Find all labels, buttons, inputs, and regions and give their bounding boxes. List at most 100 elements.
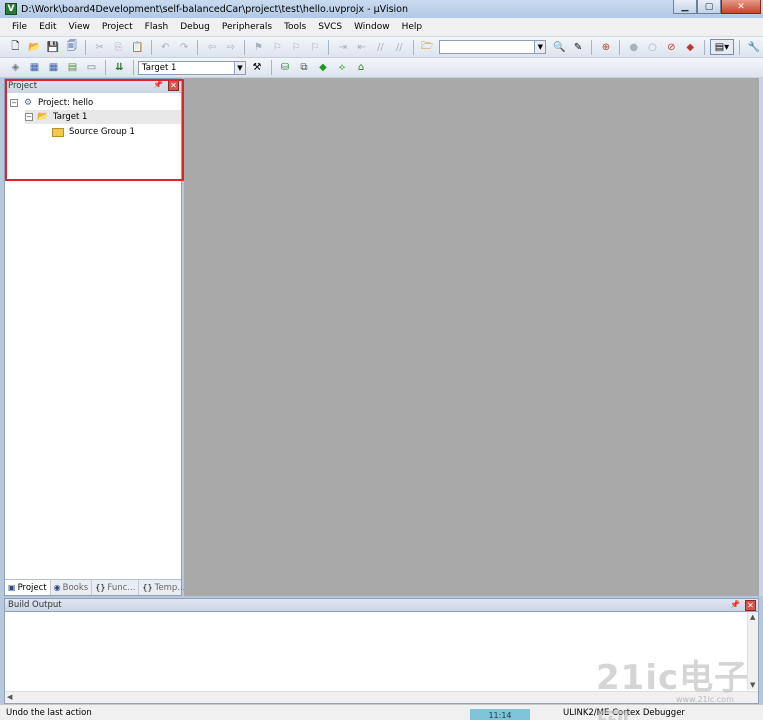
redo-icon[interactable]: ↷ [176, 39, 192, 55]
editor-area[interactable] [184, 78, 759, 596]
tree-target[interactable]: − 📂 Target 1 [25, 110, 181, 124]
find-in-files-icon[interactable]: 🗁 [419, 39, 435, 55]
translate-icon[interactable]: ◈ [8, 60, 24, 76]
pack-installer-icon[interactable]: ⌂ [353, 60, 369, 76]
comment-icon[interactable]: // [373, 39, 389, 55]
menu-window[interactable]: Window [348, 18, 396, 37]
download-icon[interactable]: ⇊ [112, 60, 128, 76]
debug-session-icon[interactable]: ⊕ [598, 39, 614, 55]
toolbar-separator [703, 39, 705, 55]
batch-build-icon[interactable]: ▤ [65, 60, 81, 76]
toolbar-separator [591, 39, 593, 55]
pin-icon[interactable]: 📌 [153, 80, 163, 89]
stop-build-icon[interactable]: ▭ [84, 60, 100, 76]
uvision-app-icon: V [5, 3, 17, 15]
build-icon[interactable]: ▦ [27, 60, 43, 76]
toolbar-separator [412, 39, 414, 55]
close-pane-icon[interactable]: ✕ [168, 80, 179, 91]
collapse-icon[interactable]: − [25, 113, 33, 121]
menu-project[interactable]: Project [96, 18, 139, 37]
tab-books[interactable]: ◉ Books [51, 580, 93, 595]
build-output-header: Build Output 📌 ✕ [4, 598, 759, 612]
save-all-icon[interactable]: 🗐 [64, 39, 80, 55]
menu-edit[interactable]: Edit [33, 18, 62, 37]
uncomment-icon[interactable]: // [391, 39, 407, 55]
manage-components-icon[interactable]: ⛁ [277, 60, 293, 76]
window-layout-icon[interactable]: ▤▾ [710, 39, 734, 55]
minimize-button[interactable]: ▁ [673, 0, 697, 14]
file-extensions-icon[interactable]: ⧉ [296, 60, 312, 76]
toolbar-separator [105, 60, 106, 75]
close-pane-icon[interactable]: ✕ [745, 600, 756, 611]
books-tab-icon: ◉ [53, 583, 61, 592]
tree-project-root[interactable]: − ⚙ Project: hello [10, 96, 93, 110]
window-controls: ▁ ▢ ✕ [673, 0, 761, 14]
menu-svcs[interactable]: SVCS [312, 18, 348, 37]
prev-bookmark-icon[interactable]: ⚐ [269, 39, 285, 55]
menu-file[interactable]: File [6, 18, 33, 37]
tab-functions[interactable]: {} Func... [92, 580, 140, 595]
bookmark-icon[interactable]: ⚑ [251, 39, 267, 55]
menu-help[interactable]: Help [396, 18, 429, 37]
toolbar-separator [133, 60, 134, 75]
target-select[interactable]: Target 1 ▼ [138, 60, 246, 75]
taskbar-clock: 11:14 [470, 709, 530, 720]
project-pane: Project 📌 ✕ − ⚙ Project: hello − 📂 Targe… [4, 78, 190, 596]
undo-icon[interactable]: ↶ [157, 39, 173, 55]
toolbar-separator [739, 39, 741, 55]
select-software-packs-icon[interactable]: ⟡ [334, 60, 350, 76]
toolbar-separator [85, 39, 87, 55]
window-title: D:\Work\board4Development\self-balancedC… [21, 3, 409, 15]
scroll-up-icon[interactable]: ▲ [750, 613, 755, 621]
project-tab-icon: ▣ [8, 583, 16, 592]
tab-functions-label: Func... [107, 582, 136, 593]
menu-flash[interactable]: Flash [139, 18, 175, 37]
next-bookmark-icon[interactable]: ⚐ [288, 39, 304, 55]
folder-icon [52, 127, 64, 137]
file-toolbar: 🗋 📂 💾 🗐 ✂ ⎘ 📋 ↶ ↷ ⇦ ⇨ ⚑ ⚐ ⚐ ⚐ ⇥ ⇤ // // … [0, 37, 763, 58]
close-button[interactable]: ✕ [721, 0, 761, 14]
tab-templates[interactable]: {} Temp... [139, 580, 190, 595]
tree-target-label: Target 1 [53, 112, 88, 122]
menu-peripherals[interactable]: Peripherals [216, 18, 278, 37]
chevron-down-icon[interactable]: ▼ [534, 41, 546, 53]
navigate-forward-icon[interactable]: ⇨ [223, 39, 239, 55]
kill-all-breakpoints-icon[interactable]: ◆ [682, 39, 698, 55]
find-icon[interactable]: 🔍 [551, 39, 567, 55]
toolbar-separator [197, 39, 199, 55]
scroll-left-icon[interactable]: ◀ [7, 693, 12, 701]
project-pane-title: Project [8, 81, 38, 91]
new-file-icon[interactable]: 🗋 [8, 39, 24, 55]
disable-breakpoint-icon[interactable]: ○ [645, 39, 661, 55]
pin-icon[interactable]: 📌 [730, 600, 740, 609]
menu-view[interactable]: View [63, 18, 96, 37]
rebuild-icon[interactable]: ▦ [46, 60, 62, 76]
copy-icon[interactable]: ⎘ [111, 39, 127, 55]
project-pane-header: Project 📌 ✕ [5, 79, 181, 93]
toolbar-separator [244, 39, 246, 55]
run-time-environment-icon[interactable]: ◆ [315, 60, 331, 76]
menu-tools[interactable]: Tools [278, 18, 312, 37]
tab-project[interactable]: ▣ Project [5, 580, 51, 595]
configure-wrench-icon[interactable]: 🔧 [746, 39, 762, 55]
clear-bookmarks-icon[interactable]: ⚐ [307, 39, 323, 55]
indent-icon[interactable]: ⇥ [335, 39, 351, 55]
chevron-down-icon[interactable]: ▼ [234, 61, 245, 74]
find-combo[interactable]: ▼ [439, 40, 547, 54]
cut-icon[interactable]: ✂ [92, 39, 108, 55]
target-folder-icon: 📂 [37, 112, 49, 122]
save-icon[interactable]: 💾 [45, 39, 61, 55]
open-folder-icon[interactable]: 📂 [26, 39, 42, 55]
collapse-icon[interactable]: − [10, 99, 18, 107]
incremental-find-icon[interactable]: ✎ [570, 39, 586, 55]
paste-icon[interactable]: 📋 [129, 39, 145, 55]
tree-source-group[interactable]: Source Group 1 [52, 125, 135, 139]
navigate-back-icon[interactable]: ⇦ [204, 39, 220, 55]
target-options-icon[interactable]: ⚒ [249, 60, 265, 76]
breakpoint-icon[interactable]: ● [626, 39, 642, 55]
build-toolbar: ◈ ▦ ▦ ▤ ▭ ⇊ Target 1 ▼ ⚒ ⛁ ⧉ ◆ ⟡ ⌂ [0, 58, 763, 78]
disable-all-breakpoints-icon[interactable]: ⊘ [663, 39, 679, 55]
maximize-button[interactable]: ▢ [697, 0, 721, 14]
menu-debug[interactable]: Debug [174, 18, 216, 37]
unindent-icon[interactable]: ⇤ [354, 39, 370, 55]
